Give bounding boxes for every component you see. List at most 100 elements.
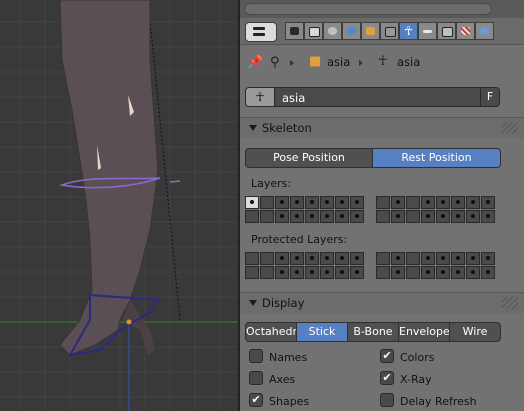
layer-toggle[interactable] [376,210,390,223]
layer-toggle[interactable] [245,210,259,223]
layer-toggle[interactable] [376,196,390,209]
armature-data-icon[interactable]: ☥ [399,22,418,40]
header-scrollbar[interactable] [240,0,524,18]
texture-icon[interactable] [456,22,475,40]
rest-position-button[interactable]: Rest Position [372,148,501,168]
layer-toggle[interactable] [320,266,334,279]
layer-toggle[interactable] [335,210,349,223]
layer-toggle[interactable] [275,210,289,223]
layer-toggle[interactable] [305,252,319,265]
armature-browse-icon[interactable]: ☥ [246,88,275,106]
layer-toggle[interactable] [451,196,465,209]
collapse-arrow-icon[interactable] [249,125,257,131]
layer-toggle[interactable] [466,266,480,279]
layer-toggle[interactable] [451,266,465,279]
layer-toggle[interactable] [260,252,274,265]
layer-toggle[interactable] [376,266,390,279]
axes-checkbox[interactable] [249,371,263,385]
layer-toggle[interactable] [436,210,450,223]
layer-toggle[interactable] [350,252,364,265]
collapse-arrow-icon[interactable] [249,300,257,306]
layer-toggle[interactable] [350,196,364,209]
protected-layers-grid-right[interactable] [376,252,500,280]
layer-toggle[interactable] [451,252,465,265]
shapes-checkbox[interactable]: ✔ [249,393,263,407]
layers-grid-right[interactable] [376,196,500,224]
layer-toggle[interactable] [245,252,259,265]
layers-grid[interactable] [245,196,369,224]
layer-toggle[interactable] [421,196,435,209]
bone-constraint-icon[interactable] [437,22,456,40]
layer-toggle[interactable] [481,266,495,279]
delay-refresh-checkbox[interactable] [380,393,394,407]
layer-toggle[interactable] [260,210,274,223]
layers-icon[interactable] [304,22,323,40]
protected-layers-grid[interactable] [245,252,369,280]
skeleton-panel-header[interactable]: Skeleton [240,117,524,138]
layer-toggle[interactable] [466,252,480,265]
layer-toggle[interactable] [481,210,495,223]
layer-toggle[interactable] [305,266,319,279]
display-mode-wire[interactable]: Wire [449,322,501,342]
layer-toggle[interactable] [481,252,495,265]
layer-toggle[interactable] [305,196,319,209]
fake-user-button[interactable]: F [480,88,499,106]
layer-toggle[interactable] [290,196,304,209]
layer-toggle[interactable] [290,210,304,223]
layer-toggle[interactable] [320,196,334,209]
3d-viewport[interactable] [0,0,238,411]
armature-datablock-field[interactable]: ☥ asia F [245,87,500,107]
layer-toggle[interactable] [391,210,405,223]
bone-icon[interactable] [418,22,437,40]
display-panel-header[interactable]: Display [240,292,524,313]
layer-toggle[interactable] [436,252,450,265]
display-mode-octahedral[interactable]: Octahedr [245,322,297,342]
layer-toggle[interactable] [436,266,450,279]
layer-toggle[interactable] [275,266,289,279]
display-mode-stick[interactable]: Stick [296,322,348,342]
layer-toggle[interactable] [481,196,495,209]
layer-toggle[interactable] [275,252,289,265]
physics-icon[interactable] [475,22,494,40]
display-mode-bbone[interactable]: B-Bone [347,322,399,342]
layer-toggle[interactable] [406,210,420,223]
layer-toggle[interactable] [305,210,319,223]
layer-toggle[interactable] [350,210,364,223]
object-icon[interactable] [361,22,380,40]
world-icon[interactable] [342,22,361,40]
layer-toggle[interactable] [350,266,364,279]
display-mode-envelope[interactable]: Envelope [398,322,450,342]
datablock-name[interactable]: asia [282,91,305,105]
scrollbar-slot[interactable] [244,3,492,15]
xray-checkbox[interactable]: ✔ [380,371,394,385]
drag-handle-icon[interactable] [502,122,518,134]
scene-icon[interactable] [323,22,342,40]
layer-toggle[interactable] [335,252,349,265]
layer-toggle[interactable] [436,196,450,209]
layer-toggle[interactable] [260,196,274,209]
layer-toggle[interactable] [335,266,349,279]
constraints-icon[interactable] [380,22,399,40]
layer-toggle[interactable] [376,252,390,265]
layer-toggle[interactable] [421,252,435,265]
layer-toggle[interactable] [466,210,480,223]
layer-toggle[interactable] [320,210,334,223]
layer-toggle[interactable] [466,196,480,209]
layer-toggle[interactable] [290,266,304,279]
drag-handle-icon[interactable] [502,297,518,309]
names-checkbox[interactable] [249,349,263,363]
layer-toggle[interactable] [335,196,349,209]
layer-toggle[interactable] [391,196,405,209]
colors-checkbox[interactable]: ✔ [380,349,394,363]
layer-toggle[interactable] [275,196,289,209]
layer-toggle[interactable] [245,196,259,209]
layer-toggle[interactable] [421,210,435,223]
layer-toggle[interactable] [245,266,259,279]
render-icon[interactable] [285,22,304,40]
layer-toggle[interactable] [290,252,304,265]
pose-position-button[interactable]: Pose Position [245,148,373,168]
layer-toggle[interactable] [260,266,274,279]
layer-toggle[interactable] [406,196,420,209]
layer-toggle[interactable] [421,266,435,279]
layer-toggle[interactable] [406,266,420,279]
